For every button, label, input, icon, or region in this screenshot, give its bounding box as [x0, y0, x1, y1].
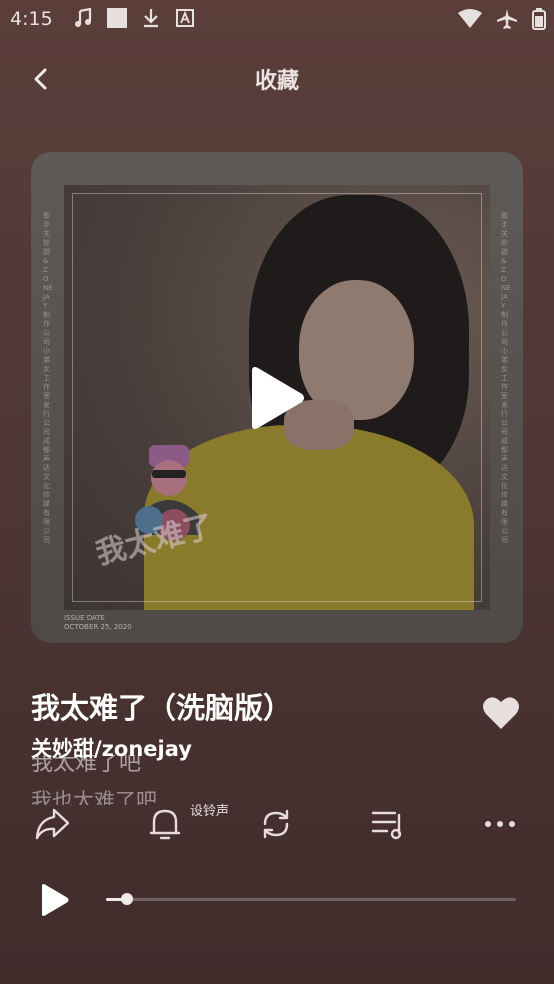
progress-thumb[interactable] — [120, 893, 133, 905]
play-icon — [252, 367, 304, 429]
cover-play-button[interactable] — [246, 365, 306, 431]
font-icon — [174, 8, 196, 28]
battery-icon — [532, 8, 546, 34]
ringtone-label: 设铃声 — [190, 804, 230, 819]
artist-name[interactable]: 关妙甜/zonejay — [31, 733, 192, 763]
repeat-button[interactable] — [256, 804, 296, 844]
album-cover[interactable]: 我太难了 歌手 关妙甜&ZONEJAY 制作公司 小弟女工作室 发行公司 成都声… — [31, 152, 523, 643]
song-title: 我太难了（洗脑版） — [31, 691, 293, 725]
play-button[interactable] — [36, 882, 72, 918]
share-icon — [35, 808, 70, 840]
nav-bar: 收藏 — [0, 55, 554, 103]
playlist-button[interactable] — [368, 804, 408, 844]
heart-icon — [483, 697, 519, 729]
status-icons-left — [72, 8, 196, 28]
page-title: 收藏 — [254, 69, 299, 94]
status-icons-right — [458, 8, 546, 34]
issue-date: OCTOBER 25, 2020 — [64, 623, 132, 631]
ringtone-button[interactable] — [145, 804, 185, 844]
favorite-button[interactable] — [482, 695, 520, 731]
issue-label: ISSUE DATE — [64, 614, 105, 622]
square-icon — [106, 8, 128, 28]
bell-icon — [149, 809, 181, 840]
download-icon — [140, 8, 162, 28]
playlist-icon — [371, 811, 402, 840]
cover-side-text-left: 歌手 关妙甜&ZONEJAY 制作公司 小弟女工作室 发行公司 成都声达文化传媒… — [43, 212, 53, 544]
music-note-icon — [72, 8, 94, 28]
progress-bar[interactable] — [106, 893, 516, 905]
more-icon — [485, 821, 515, 827]
status-bar: 4:15 — [0, 0, 554, 38]
play-icon — [42, 884, 69, 916]
player-bar — [0, 876, 554, 924]
cover-issue-date: ISSUE DATE OCTOBER 25, 2020 — [64, 614, 132, 632]
more-button[interactable] — [480, 804, 520, 844]
repeat-icon — [263, 809, 289, 839]
status-time: 4:15 — [10, 8, 53, 30]
action-row — [0, 800, 554, 848]
share-button[interactable] — [32, 804, 72, 844]
cover-side-text-right: 歌手 关妙甜&ZONEJAY 制作公司 小弟女工作室 发行公司 成都声达文化传媒… — [501, 212, 511, 544]
wifi-icon — [458, 9, 482, 33]
airplane-icon — [496, 8, 518, 34]
